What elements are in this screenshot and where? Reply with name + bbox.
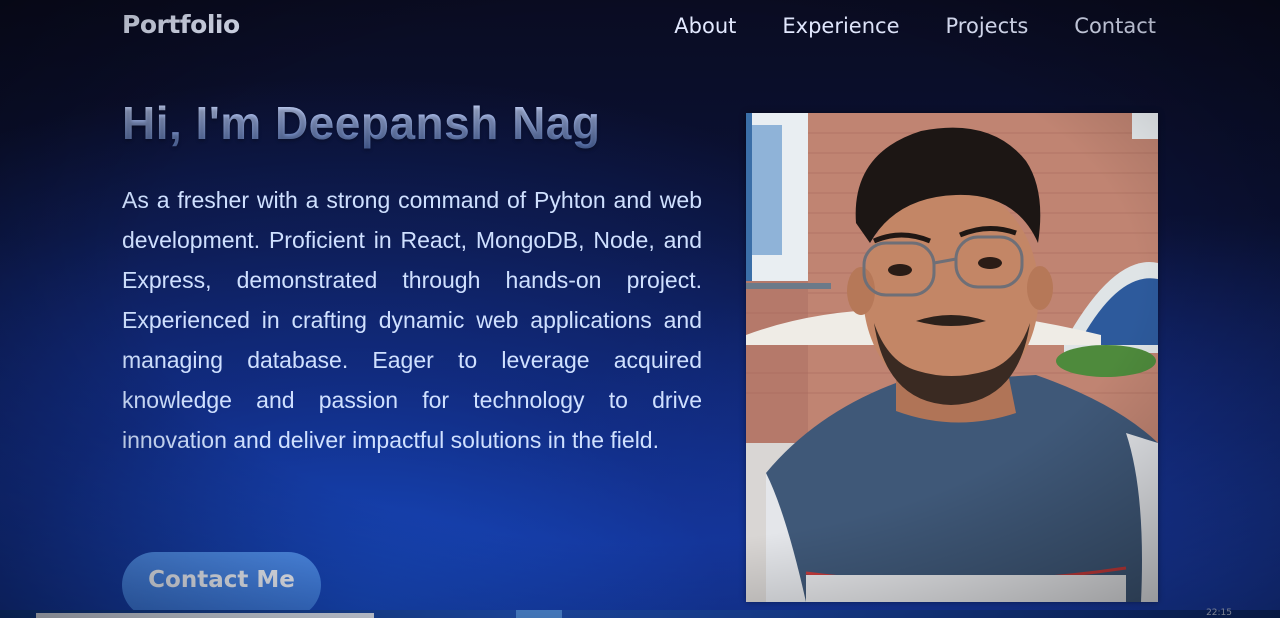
brand-logo[interactable]: Portfolio xyxy=(122,10,240,39)
nav-link-experience[interactable]: Experience xyxy=(782,14,899,38)
hero-title: Hi, I'm Deepansh Nag xyxy=(122,97,601,149)
taskbar-app-icon[interactable] xyxy=(516,610,562,618)
nav-link-projects[interactable]: Projects xyxy=(946,14,1029,38)
hero-description: As a fresher with a strong command of Py… xyxy=(122,187,702,453)
nav-link-contact[interactable]: Contact xyxy=(1074,14,1156,38)
taskbar-search-box[interactable] xyxy=(36,613,374,618)
main-nav: About Experience Projects Contact xyxy=(674,14,1156,38)
portfolio-page: Portfolio About Experience Projects Cont… xyxy=(0,0,1280,618)
profile-photo xyxy=(746,113,1158,602)
contact-me-button[interactable]: Contact Me xyxy=(122,552,321,618)
taskbar-clock: 22:15 xyxy=(1206,608,1232,618)
nav-link-about[interactable]: About xyxy=(674,14,736,38)
